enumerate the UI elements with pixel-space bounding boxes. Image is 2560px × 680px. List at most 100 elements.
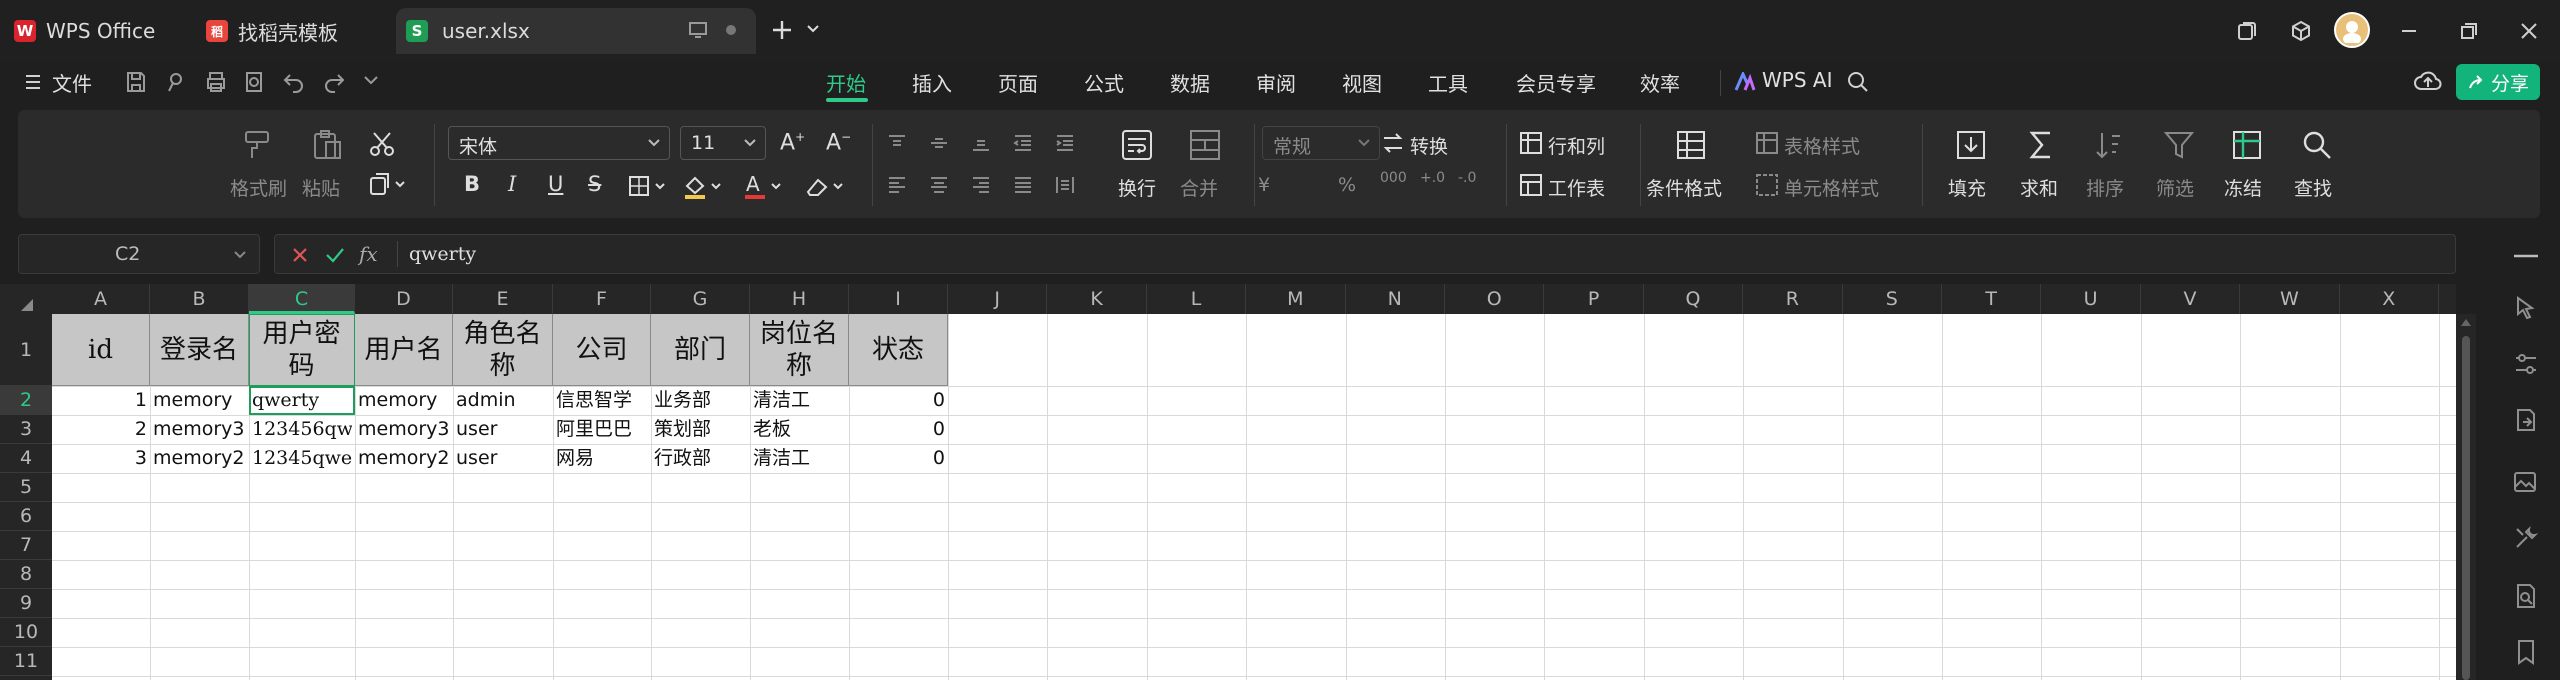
column-header-v[interactable]: V — [2141, 284, 2241, 314]
find-icon[interactable] — [2300, 128, 2334, 162]
font-color-icon[interactable]: A — [742, 172, 786, 200]
indent-increase-icon[interactable] — [1054, 132, 1076, 154]
cell-style-label[interactable]: 单元格样式 — [1784, 174, 1879, 201]
print-preview-icon[interactable] — [242, 70, 268, 96]
save-icon[interactable] — [124, 70, 150, 96]
menu-file[interactable]: 文件 — [52, 68, 92, 97]
column-header-h[interactable]: H — [750, 284, 849, 314]
format-painter-icon[interactable] — [240, 128, 274, 162]
column-header-o[interactable]: O — [1445, 284, 1545, 314]
merge-cells-label[interactable]: 合并 — [1180, 174, 1218, 201]
clear-format-icon[interactable] — [804, 172, 848, 200]
thousands-separator-icon[interactable]: 000 — [1380, 170, 1407, 186]
convert-label[interactable]: 转换 — [1410, 132, 1448, 159]
conditional-format-icon[interactable] — [1674, 128, 1708, 162]
align-center-icon[interactable] — [928, 174, 950, 196]
chevron-down-icon[interactable] — [233, 250, 247, 260]
italic-icon[interactable]: I — [508, 172, 516, 196]
tab-close-dot-icon[interactable] — [726, 25, 736, 35]
column-header-r[interactable]: R — [1743, 284, 1843, 314]
menu-efficiency[interactable]: 效率 — [1640, 68, 1680, 97]
worksheet-icon[interactable] — [1518, 172, 1544, 198]
window-mode-icon[interactable] — [688, 20, 708, 40]
align-left-icon[interactable] — [886, 174, 908, 196]
currency-icon[interactable]: ¥ — [1258, 174, 1270, 196]
cut-icon[interactable] — [368, 130, 396, 158]
filter-label[interactable]: 筛选 — [2156, 174, 2194, 201]
align-middle-icon[interactable] — [928, 132, 950, 154]
number-format-select[interactable]: 常规 — [1262, 126, 1380, 160]
insert-function-icon[interactable]: fx — [359, 242, 378, 266]
format-painter-label[interactable]: 格式刷 — [230, 174, 287, 201]
menu-home[interactable]: 开始 — [826, 68, 866, 97]
justify-icon[interactable] — [1012, 174, 1034, 196]
column-header-b[interactable]: B — [150, 284, 249, 314]
bold-icon[interactable]: B — [464, 172, 480, 196]
export-icon[interactable] — [2512, 406, 2540, 434]
collapse-panel-icon[interactable] — [2514, 254, 2538, 258]
column-header-q[interactable]: Q — [1644, 284, 1744, 314]
rows-cols-icon[interactable] — [1518, 130, 1544, 156]
column-header-m[interactable]: M — [1246, 284, 1346, 314]
name-box[interactable]: C2 — [18, 234, 260, 274]
cancel-edit-icon[interactable] — [291, 246, 309, 264]
tab-user-xlsx[interactable]: S user.xlsx — [396, 8, 756, 54]
rows-cols-label[interactable]: 行和列 — [1548, 132, 1605, 159]
column-header-t[interactable]: T — [1942, 284, 2042, 314]
hamburger-icon[interactable] — [24, 72, 42, 92]
conditional-format-label[interactable]: 条件格式 — [1646, 174, 1722, 201]
column-header-n[interactable]: N — [1346, 284, 1445, 314]
convert-icon[interactable] — [1380, 130, 1406, 156]
indent-decrease-icon[interactable] — [1012, 132, 1034, 154]
column-header-p[interactable]: P — [1544, 284, 1644, 314]
column-header-g[interactable]: G — [651, 284, 750, 314]
sum-label[interactable]: 求和 — [2020, 174, 2058, 201]
select-pointer-icon[interactable] — [2512, 294, 2540, 322]
percent-icon[interactable]: % — [1338, 174, 1356, 196]
document-search-icon[interactable] — [2512, 582, 2540, 610]
share-button[interactable]: 分享 — [2456, 64, 2540, 100]
wrap-text-label[interactable]: 换行 — [1118, 174, 1156, 201]
menu-member[interactable]: 会员专享 — [1516, 68, 1596, 97]
row-header-3[interactable]: 3 — [0, 415, 52, 444]
vertical-scrollbar[interactable] — [2456, 314, 2476, 680]
row-header-6[interactable]: 6 — [0, 502, 52, 531]
redo-icon[interactable] — [322, 70, 348, 96]
column-header-k[interactable]: K — [1047, 284, 1147, 314]
copy-icon[interactable] — [368, 170, 408, 198]
table-style-icon[interactable] — [1754, 130, 1780, 156]
column-header-i[interactable]: I — [849, 284, 948, 314]
row-header-7[interactable]: 7 — [0, 531, 52, 560]
menu-page[interactable]: 页面 — [998, 68, 1038, 97]
cube-icon[interactable] — [2286, 16, 2316, 46]
freeze-icon[interactable] — [2230, 128, 2264, 162]
fill-icon[interactable] — [1954, 128, 1988, 162]
row-header-4[interactable]: 4 — [0, 444, 52, 473]
tools-icon[interactable] — [2512, 524, 2540, 552]
vertical-scroll-thumb[interactable] — [2462, 336, 2470, 680]
sheet-grid[interactable] — [0, 284, 2456, 680]
settings-sliders-icon[interactable] — [2512, 350, 2540, 378]
column-header-e[interactable]: E — [453, 284, 553, 314]
border-icon[interactable] — [628, 174, 668, 198]
quick-access-chevron-icon[interactable] — [362, 74, 388, 100]
fill-color-icon[interactable] — [682, 172, 726, 200]
align-bottom-icon[interactable] — [970, 132, 992, 154]
strikethrough-icon[interactable]: S — [588, 172, 601, 196]
distributed-align-icon[interactable] — [1054, 174, 1076, 196]
table-style-label[interactable]: 表格样式 — [1784, 132, 1860, 159]
cell-style-icon[interactable] — [1754, 172, 1780, 198]
avatar[interactable] — [2334, 12, 2370, 48]
bookmark-icon[interactable] — [2512, 638, 2540, 666]
row-header-8[interactable]: 8 — [0, 560, 52, 589]
row-header-5[interactable]: 5 — [0, 473, 52, 502]
menu-insert[interactable]: 插入 — [912, 68, 952, 97]
menu-review[interactable]: 审阅 — [1256, 68, 1296, 97]
menu-data[interactable]: 数据 — [1170, 68, 1210, 97]
column-header-l[interactable]: L — [1147, 284, 1247, 314]
find-label[interactable]: 查找 — [2294, 174, 2332, 201]
decrease-font-icon[interactable]: A− — [826, 130, 851, 155]
restore-icon[interactable] — [2454, 16, 2484, 46]
menu-tools[interactable]: 工具 — [1428, 68, 1468, 97]
worksheet-label[interactable]: 工作表 — [1548, 174, 1605, 201]
